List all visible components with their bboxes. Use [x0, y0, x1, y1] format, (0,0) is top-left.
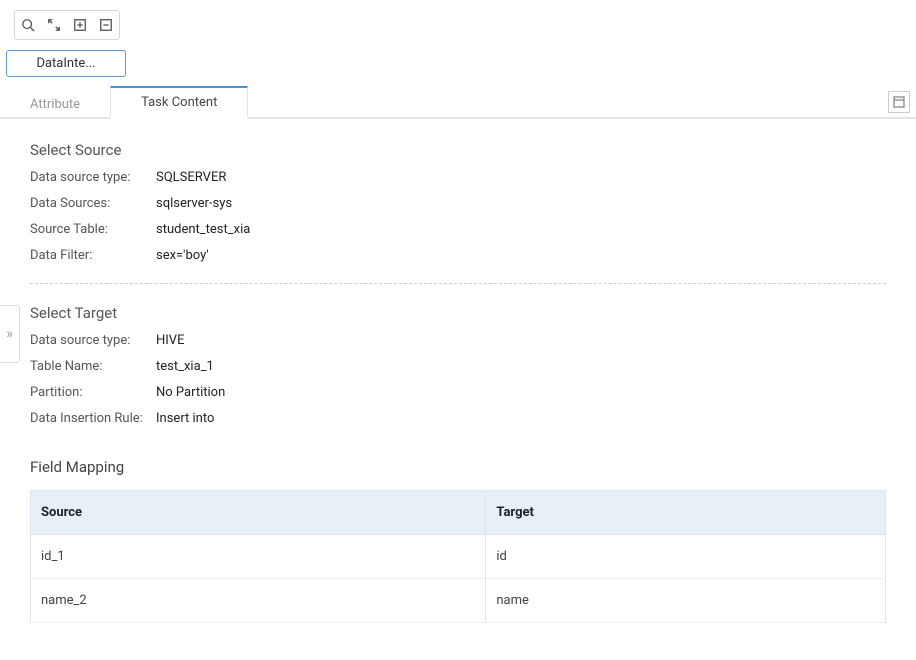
cell-target: id: [486, 535, 886, 579]
data-sources-row: Data Sources: sqlserver-sys: [30, 195, 886, 213]
select-target-heading: Select Target: [30, 304, 886, 322]
target-type-label: Data source type:: [30, 332, 156, 350]
source-type-row: Data source type: SQLSERVER: [30, 169, 886, 187]
partition-value: No Partition: [156, 384, 225, 402]
source-table-label: Source Table:: [30, 221, 156, 239]
tabs-right-controls: [888, 91, 910, 113]
content-area: Select Source Data source type: SQLSERVE…: [0, 119, 916, 643]
insertion-rule-label: Data Insertion Rule:: [30, 410, 156, 428]
data-filter-row: Data Filter: sex='boy': [30, 247, 886, 265]
expand-icon[interactable]: [67, 11, 93, 39]
cell-source: id_1: [31, 535, 486, 579]
insertion-rule-row: Data Insertion Rule: Insert into: [30, 410, 886, 428]
tabs-bar: Attribute Task Content: [0, 87, 916, 119]
data-filter-value: sex='boy': [156, 247, 209, 265]
data-sources-label: Data Sources:: [30, 195, 156, 213]
table-name-label: Table Name:: [30, 358, 156, 376]
side-expand-handle[interactable]: »: [0, 305, 20, 363]
col-source: Source: [31, 491, 486, 535]
target-type-value: HIVE: [156, 332, 184, 350]
section-divider: [30, 283, 886, 284]
cell-source: name_2: [31, 579, 486, 623]
source-type-label: Data source type:: [30, 169, 156, 187]
target-type-row: Data source type: HIVE: [30, 332, 886, 350]
source-type-value: SQLSERVER: [156, 169, 226, 187]
insertion-rule-value: Insert into: [156, 410, 214, 428]
tab-task-content[interactable]: Task Content: [110, 86, 248, 119]
table-row: name_2 name: [31, 579, 886, 623]
task-chip-row: DataInte...: [0, 46, 916, 87]
toolbar-group: [14, 10, 120, 40]
refresh-icon[interactable]: [41, 11, 67, 39]
table-header-row: Source Target: [31, 491, 886, 535]
source-table-value: student_test_xia: [156, 221, 250, 239]
table-row: id_1 id: [31, 535, 886, 579]
cell-target: name: [486, 579, 886, 623]
collapse-icon[interactable]: [93, 11, 119, 39]
data-filter-label: Data Filter:: [30, 247, 156, 265]
data-sources-value: sqlserver-sys: [156, 195, 232, 213]
field-mapping-heading: Field Mapping: [30, 458, 886, 476]
chevron-right-icon: »: [6, 326, 13, 342]
panel-min-icon[interactable]: [888, 91, 910, 113]
toolbar: [0, 0, 916, 46]
table-name-row: Table Name: test_xia_1: [30, 358, 886, 376]
task-chip[interactable]: DataInte...: [6, 50, 126, 77]
select-source-heading: Select Source: [30, 141, 886, 159]
source-table-row: Source Table: student_test_xia: [30, 221, 886, 239]
mapping-table: Source Target id_1 id name_2 name: [30, 490, 886, 623]
table-name-value: test_xia_1: [156, 358, 214, 376]
partition-label: Partition:: [30, 384, 156, 402]
partition-row: Partition: No Partition: [30, 384, 886, 402]
search-icon[interactable]: [15, 11, 41, 39]
tab-attribute[interactable]: Attribute: [0, 90, 110, 119]
col-target: Target: [486, 491, 886, 535]
